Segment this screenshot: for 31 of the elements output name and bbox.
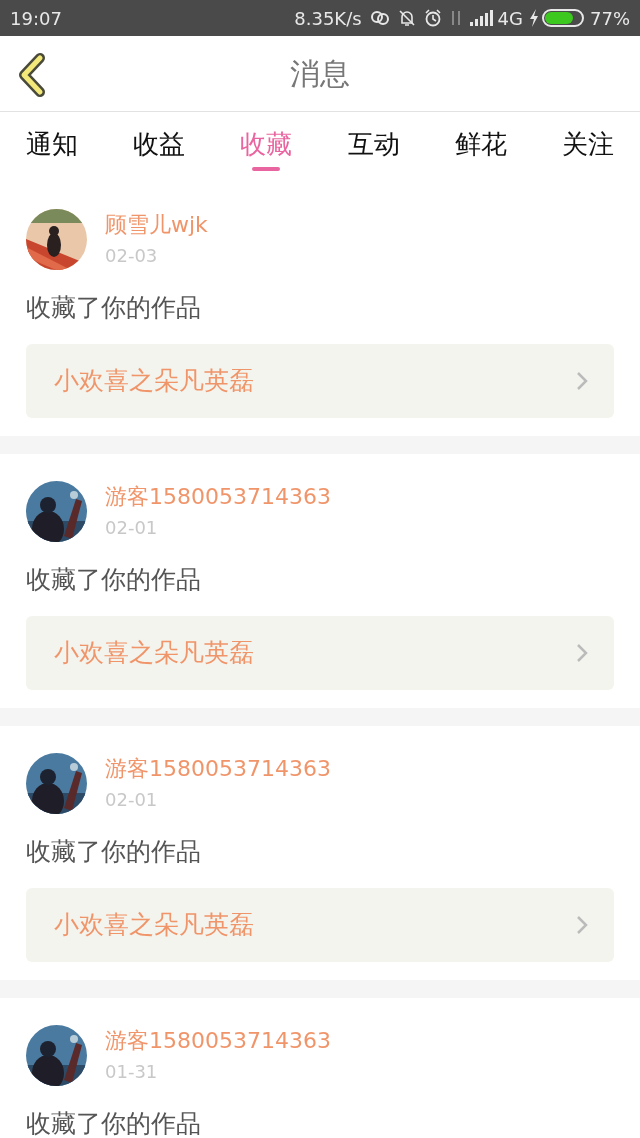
user-name[interactable]: 游客1580053714363: [105, 481, 331, 512]
message-text: 收藏了你的作品: [26, 292, 202, 324]
battery-percent: 77%: [590, 6, 630, 31]
tab[interactable]: 关注: [561, 112, 614, 177]
network-type: 4G: [497, 6, 523, 31]
network-speed: 8.35K/s: [294, 6, 362, 31]
user-name[interactable]: 顾雪儿wjk: [105, 209, 208, 240]
link-icon: [369, 9, 390, 27]
charging-icon: [529, 9, 539, 27]
tab[interactable]: 收藏: [240, 112, 293, 177]
alarm-icon: [423, 9, 442, 27]
signal-icon: [469, 10, 494, 26]
chevron-right-icon: [576, 371, 588, 391]
battery-icon: [542, 9, 584, 27]
clock-time: 19:07: [10, 6, 62, 31]
message-text: 收藏了你的作品: [26, 564, 202, 596]
muted-bell-icon: [397, 9, 416, 27]
work-link[interactable]: 小欢喜之朵凡英磊: [26, 616, 614, 690]
tab[interactable]: 收益: [133, 112, 186, 177]
work-link[interactable]: 小欢喜之朵凡英磊: [26, 344, 614, 418]
page-title: 消息: [290, 55, 350, 93]
tab[interactable]: 互动: [347, 112, 400, 177]
user-name[interactable]: 游客1580053714363: [105, 1025, 331, 1056]
work-link[interactable]: 小欢喜之朵凡英磊: [26, 888, 614, 962]
tab[interactable]: 鲜花: [454, 112, 507, 177]
chevron-right-icon: [576, 643, 588, 663]
tab[interactable]: 通知: [26, 112, 78, 177]
message-text: 收藏了你的作品: [26, 1108, 202, 1138]
user-name[interactable]: 游客1580053714363: [105, 753, 331, 784]
message-text: 收藏了你的作品: [26, 836, 202, 868]
chevron-right-icon: [576, 915, 588, 935]
